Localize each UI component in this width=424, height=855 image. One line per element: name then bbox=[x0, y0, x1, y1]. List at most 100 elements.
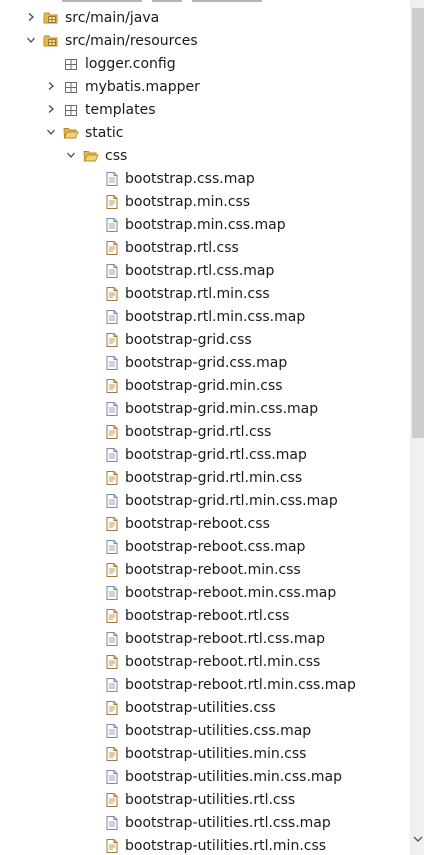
tree-item-label: bootstrap-utilities.rtl.min.css bbox=[125, 838, 327, 854]
chevron-right-icon[interactable] bbox=[24, 10, 38, 24]
tree-item-label: css bbox=[105, 148, 128, 164]
tree-item-bootstrap-reboot-css[interactable]: bootstrap-reboot.css bbox=[0, 512, 410, 535]
folder-open-icon bbox=[63, 125, 79, 141]
chevron-down-icon[interactable] bbox=[24, 33, 38, 47]
clipped-row-above bbox=[0, 0, 410, 3]
tree-item-label: bootstrap-grid.rtl.css bbox=[125, 424, 272, 440]
package-folder-icon bbox=[43, 33, 59, 49]
tree-item-bootstrap-reboot-rtl-css-map[interactable]: bootstrap-reboot.rtl.css.map bbox=[0, 627, 410, 650]
tree-item-bootstrap-grid-css[interactable]: bootstrap-grid.css bbox=[0, 328, 410, 351]
tree-item-bootstrap-utilities-css-map[interactable]: bootstrap-utilities.css.map bbox=[0, 719, 410, 742]
css-file-icon bbox=[104, 746, 120, 762]
tree-item-label: bootstrap-utilities.rtl.css bbox=[125, 792, 296, 808]
scroll-down-arrow-icon[interactable] bbox=[412, 832, 424, 846]
tree-item-label: bootstrap-utilities.min.css bbox=[125, 746, 307, 762]
css-file-icon bbox=[104, 286, 120, 302]
file-icon bbox=[104, 263, 120, 279]
tree-item-label: bootstrap.rtl.css bbox=[125, 240, 239, 256]
tree-item-src-main-resources[interactable]: src/main/resources bbox=[0, 29, 410, 52]
tree-item-label: bootstrap.rtl.min.css.map bbox=[125, 309, 306, 325]
tree-item-bootstrap-grid-rtl-min-css-map[interactable]: bootstrap-grid.rtl.min.css.map bbox=[0, 489, 410, 512]
css-file-icon bbox=[104, 838, 120, 854]
clipped-row-fragment bbox=[62, 0, 262, 2]
tree-item-bootstrap-grid-rtl-css-map[interactable]: bootstrap-grid.rtl.css.map bbox=[0, 443, 410, 466]
tree-item-label: bootstrap-utilities.css bbox=[125, 700, 276, 716]
tree-item-bootstrap-utilities-css[interactable]: bootstrap-utilities.css bbox=[0, 696, 410, 719]
tree-item-bootstrap-utilities-min-css[interactable]: bootstrap-utilities.min.css bbox=[0, 742, 410, 765]
tree-item-label: bootstrap.css.map bbox=[125, 171, 255, 187]
tree-item-bootstrap-reboot-min-css-map[interactable]: bootstrap-reboot.min.css.map bbox=[0, 581, 410, 604]
tree-item-bootstrap-reboot-rtl-css[interactable]: bootstrap-reboot.rtl.css bbox=[0, 604, 410, 627]
file-icon bbox=[104, 585, 120, 601]
tree-item-label: bootstrap-grid.css bbox=[125, 332, 252, 348]
tree-item-label: templates bbox=[85, 102, 156, 118]
tree-item-logger-config[interactable]: logger.config bbox=[0, 52, 410, 75]
tree-item-bootstrap-reboot-rtl-min-css-map[interactable]: bootstrap-reboot.rtl.min.css.map bbox=[0, 673, 410, 696]
chevron-right-icon[interactable] bbox=[44, 79, 58, 93]
tree-item-bootstrap-utilities-min-css-map[interactable]: bootstrap-utilities.min.css.map bbox=[0, 765, 410, 788]
css-file-icon bbox=[104, 332, 120, 348]
tree-item-label: bootstrap-reboot.min.css.map bbox=[125, 585, 337, 601]
tree-item-label: bootstrap-reboot.css bbox=[125, 516, 270, 532]
css-file-icon bbox=[104, 562, 120, 578]
tree-item-label: bootstrap-grid.css.map bbox=[125, 355, 288, 371]
package-icon bbox=[63, 79, 79, 95]
tree-item-bootstrap-rtl-min-css-map[interactable]: bootstrap.rtl.min.css.map bbox=[0, 305, 410, 328]
tree-item-bootstrap-rtl-css[interactable]: bootstrap.rtl.css bbox=[0, 236, 410, 259]
tree-item-templates[interactable]: templates bbox=[0, 98, 410, 121]
tree-item-bootstrap-grid-rtl-css[interactable]: bootstrap-grid.rtl.css bbox=[0, 420, 410, 443]
tree-item-mybatis-mapper[interactable]: mybatis.mapper bbox=[0, 75, 410, 98]
css-file-icon bbox=[104, 424, 120, 440]
tree-item-bootstrap-rtl-min-css[interactable]: bootstrap.rtl.min.css bbox=[0, 282, 410, 305]
css-file-icon bbox=[104, 516, 120, 532]
tree-item-bootstrap-css-map[interactable]: bootstrap.css.map bbox=[0, 167, 410, 190]
file-icon bbox=[104, 355, 120, 371]
tree-item-label: bootstrap-utilities.min.css.map bbox=[125, 769, 343, 785]
scrollbar-thumb[interactable] bbox=[412, 8, 424, 438]
file-icon bbox=[104, 769, 120, 785]
tree-item-bootstrap-rtl-css-map[interactable]: bootstrap.rtl.css.map bbox=[0, 259, 410, 282]
package-icon bbox=[63, 56, 79, 72]
tree-item-label: src/main/java bbox=[65, 10, 160, 26]
tree-item-bootstrap-utilities-rtl-css[interactable]: bootstrap-utilities.rtl.css bbox=[0, 788, 410, 811]
tree-item-bootstrap-utilities-rtl-css-map[interactable]: bootstrap-utilities.rtl.css.map bbox=[0, 811, 410, 834]
tree-item-label: bootstrap-grid.min.css.map bbox=[125, 401, 319, 417]
tree-item-label: bootstrap.min.css bbox=[125, 194, 251, 210]
css-file-icon bbox=[104, 194, 120, 210]
tree-item-css[interactable]: css bbox=[0, 144, 410, 167]
css-file-icon bbox=[104, 654, 120, 670]
tree-item-label: bootstrap-reboot.css.map bbox=[125, 539, 306, 555]
file-icon bbox=[104, 815, 120, 831]
tree-item-label: bootstrap-grid.rtl.min.css.map bbox=[125, 493, 338, 509]
tree-item-bootstrap-reboot-min-css[interactable]: bootstrap-reboot.min.css bbox=[0, 558, 410, 581]
css-file-icon bbox=[104, 792, 120, 808]
file-icon bbox=[104, 677, 120, 693]
tree-item-bootstrap-grid-min-css[interactable]: bootstrap-grid.min.css bbox=[0, 374, 410, 397]
tree-item-bootstrap-min-css[interactable]: bootstrap.min.css bbox=[0, 190, 410, 213]
tree-item-label: bootstrap-grid.rtl.css.map bbox=[125, 447, 307, 463]
file-icon bbox=[104, 539, 120, 555]
tree-item-label: bootstrap-reboot.rtl.css.map bbox=[125, 631, 326, 647]
tree-item-bootstrap-grid-rtl-min-css[interactable]: bootstrap-grid.rtl.min.css bbox=[0, 466, 410, 489]
tree-item-bootstrap-grid-css-map[interactable]: bootstrap-grid.css.map bbox=[0, 351, 410, 374]
tree-item-src-main-java[interactable]: src/main/java bbox=[0, 6, 410, 29]
tree-item-bootstrap-reboot-css-map[interactable]: bootstrap-reboot.css.map bbox=[0, 535, 410, 558]
tree-item-label: bootstrap-reboot.rtl.css bbox=[125, 608, 290, 624]
project-explorer-tree: src/main/java src/main/resources logger.… bbox=[0, 0, 410, 855]
tree-item-label: bootstrap.min.css.map bbox=[125, 217, 286, 233]
css-file-icon bbox=[104, 608, 120, 624]
tree-item-label: src/main/resources bbox=[65, 33, 198, 49]
tree-item-bootstrap-min-css-map[interactable]: bootstrap.min.css.map bbox=[0, 213, 410, 236]
tree-item-bootstrap-grid-min-css-map[interactable]: bootstrap-grid.min.css.map bbox=[0, 397, 410, 420]
chevron-down-icon[interactable] bbox=[44, 125, 58, 139]
file-icon bbox=[104, 401, 120, 417]
tree-item-static[interactable]: static bbox=[0, 121, 410, 144]
tree-item-bootstrap-utilities-rtl-min-css[interactable]: bootstrap-utilities.rtl.min.css bbox=[0, 834, 410, 855]
tree-item-label: bootstrap.rtl.min.css bbox=[125, 286, 270, 302]
tree-item-label: logger.config bbox=[85, 56, 176, 72]
chevron-down-icon[interactable] bbox=[64, 148, 78, 162]
chevron-right-icon[interactable] bbox=[44, 102, 58, 116]
tree-item-label: mybatis.mapper bbox=[85, 79, 200, 95]
tree-item-label: bootstrap-reboot.rtl.min.css.map bbox=[125, 677, 356, 693]
tree-item-bootstrap-reboot-rtl-min-css[interactable]: bootstrap-reboot.rtl.min.css bbox=[0, 650, 410, 673]
